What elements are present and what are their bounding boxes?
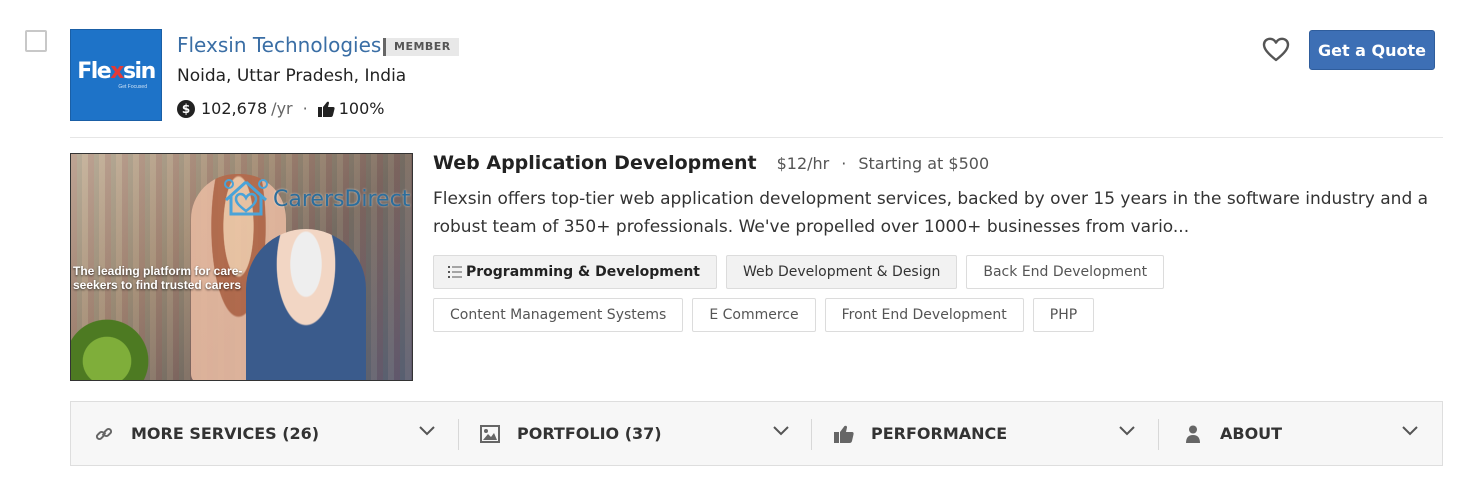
service-title[interactable]: Web Application Development <box>433 152 757 174</box>
revenue-unit: /yr <box>271 99 293 118</box>
tag-front-end-development[interactable]: Front End Development <box>824 298 1024 332</box>
company-name-link[interactable]: Flexsin Technologies <box>177 33 381 57</box>
thumbs-up-icon <box>833 425 855 443</box>
member-badge: MEMBER <box>383 38 459 56</box>
service-header: Web Application Development $12/hr · Sta… <box>433 152 989 174</box>
about-label: ABOUT <box>1220 424 1283 443</box>
person-icon <box>1182 425 1204 443</box>
service-preview-image[interactable]: CarersDirect The leading platform for ca… <box>70 153 413 381</box>
tag-web-development-design[interactable]: Web Development & Design <box>726 255 958 289</box>
minimum-project: Starting at $500 <box>858 154 990 173</box>
service-description: Flexsin offers top-tier web application … <box>433 189 1429 237</box>
header-divider <box>70 137 1443 138</box>
tag-php[interactable]: PHP <box>1032 298 1095 332</box>
logo-tagline: Get Focused <box>118 83 147 90</box>
company-stats: $ 102,678 /yr · 100% <box>177 99 384 118</box>
performance-label: PERFORMANCE <box>871 424 1008 443</box>
tag-label: Programming & Development <box>466 264 700 280</box>
image-icon <box>479 424 501 443</box>
compare-checkbox[interactable] <box>25 30 47 52</box>
portfolio-toggle[interactable]: PORTFOLIO (37) <box>459 402 811 465</box>
performance-toggle[interactable]: PERFORMANCE <box>812 402 1158 465</box>
company-logo[interactable]: Flexsin Get Focused <box>70 29 162 121</box>
stats-separator: · <box>302 99 308 118</box>
tag-back-end-development[interactable]: Back End Development <box>966 255 1165 289</box>
portfolio-label: PORTFOLIO (37) <box>517 424 662 443</box>
house-heart-icon <box>224 179 268 216</box>
tag-e-commerce[interactable]: E Commerce <box>692 298 816 332</box>
logo-wordmark: Flexsin <box>77 58 156 84</box>
company-location: Noida, Uttar Pradesh, India <box>177 66 407 86</box>
chevron-down-icon <box>1402 426 1418 436</box>
chevron-down-icon <box>419 426 435 436</box>
revenue-value: 102,678 <box>201 99 268 118</box>
heart-outline-icon[interactable] <box>1262 37 1290 63</box>
service-separator: · <box>841 154 847 173</box>
chevron-down-icon <box>1119 426 1135 436</box>
tag-content-management-systems[interactable]: Content Management Systems <box>433 298 684 332</box>
list-icon <box>448 266 462 278</box>
hourly-rate: $12/hr <box>776 154 830 173</box>
more-services-label: MORE SERVICES (26) <box>131 424 320 443</box>
service-tags: Programming & Development Web Developmen… <box>433 255 1413 332</box>
more-services-toggle[interactable]: MORE SERVICES (26) <box>71 402 458 465</box>
tag-programming-development[interactable]: Programming & Development <box>433 255 717 289</box>
link-icon <box>93 425 115 443</box>
thumbs-up-icon <box>317 101 335 117</box>
image-brand: CarersDirect <box>221 178 410 220</box>
recommend-percentage: 100% <box>338 99 385 118</box>
listing-sections-bar: MORE SERVICES (26) PORTFOLIO (37) PERFOR… <box>70 401 1443 466</box>
chevron-down-icon <box>773 426 789 436</box>
dollar-coin-icon: $ <box>177 99 195 118</box>
get-a-quote-button[interactable]: Get a Quote <box>1309 30 1435 70</box>
about-toggle[interactable]: ABOUT <box>1159 402 1442 465</box>
image-caption: The leading platform for care-seekers to… <box>73 264 243 292</box>
